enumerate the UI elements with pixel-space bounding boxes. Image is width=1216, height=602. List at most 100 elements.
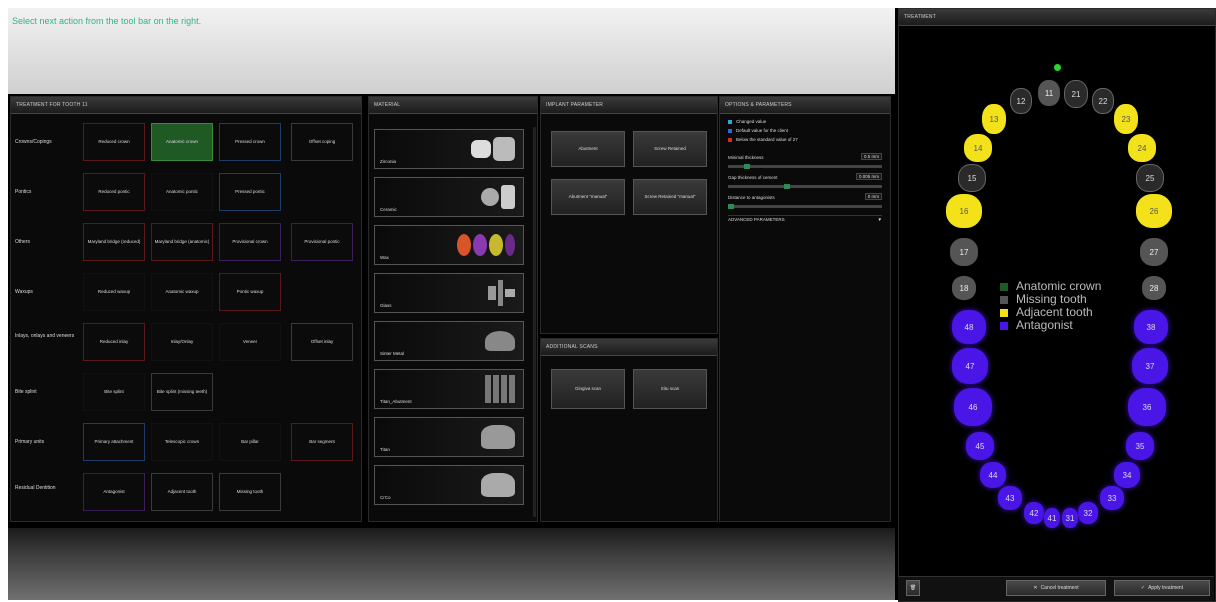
param-distance-value[interactable]: 0 mm: [864, 193, 882, 200]
material-scrollbar[interactable]: [533, 127, 536, 517]
tooth-32[interactable]: 32: [1078, 502, 1098, 524]
anatomic-pontic-button[interactable]: Anatomic pontic: [151, 173, 213, 211]
tooth-13[interactable]: 13: [982, 104, 1006, 134]
param-min-thickness-value[interactable]: 0.5 mm: [860, 153, 882, 160]
primary-attachment-button[interactable]: Primary attachment: [83, 423, 145, 461]
bar-pillar-button[interactable]: Bar pillar: [219, 423, 281, 461]
tooth-38[interactable]: 38: [1134, 310, 1168, 344]
legend-default: Default value for the client: [728, 128, 788, 133]
inlay-onlay-button[interactable]: Inlay/Onlay: [151, 323, 213, 361]
missing-tooth-button[interactable]: Missing tooth: [219, 473, 281, 511]
tooth-46[interactable]: 46: [954, 388, 992, 426]
row-label: Crowns/Copings: [15, 139, 52, 145]
tooth-17[interactable]: 17: [950, 238, 978, 266]
apply-treatment-button[interactable]: ✓ Apply treatment: [1114, 580, 1210, 596]
tooth-25[interactable]: 25: [1136, 164, 1164, 192]
ceramic-icon: [481, 182, 515, 212]
param-gap-value[interactable]: 0.005 mm: [855, 173, 882, 180]
tooth-15[interactable]: 15: [958, 164, 986, 192]
maryland-reduced-button[interactable]: Maryland bridge (reduced): [83, 223, 145, 261]
tooth-22[interactable]: 22: [1092, 88, 1114, 114]
adjacent-tooth-button[interactable]: Adjacent tooth: [151, 473, 213, 511]
material-label: Titan: [380, 447, 390, 452]
tooth-21[interactable]: 21: [1064, 80, 1088, 108]
provisional-pontic-button[interactable]: Provisional pontic: [291, 223, 353, 261]
pressed-pontic-button[interactable]: Pressed pontic: [219, 173, 281, 211]
tooth-24[interactable]: 24: [1128, 134, 1156, 162]
pressed-crown-button[interactable]: Pressed crown: [219, 123, 281, 161]
tooth-18[interactable]: 18: [952, 276, 976, 300]
screw-retained-button[interactable]: Screw Retained: [633, 131, 707, 167]
material-titan[interactable]: Titan: [374, 417, 524, 457]
tooth-34[interactable]: 34: [1114, 462, 1140, 488]
titan-abutment-icon: [485, 374, 515, 404]
tooth-31[interactable]: 31: [1062, 508, 1078, 528]
bar-segment-button[interactable]: Bar segment: [291, 423, 353, 461]
material-label: Zirconia: [380, 159, 397, 164]
row-label: Residual Dentition: [15, 485, 56, 491]
maryland-anatomic-button[interactable]: Maryland bridge (anatomic): [151, 223, 213, 261]
tooth-12[interactable]: 12: [1010, 88, 1032, 114]
material-glass[interactable]: Glass: [374, 273, 524, 313]
cancel-treatment-button[interactable]: ✕ Cancel treatment: [1006, 580, 1106, 596]
tooth-chart-title: TREATMENT: [899, 9, 1215, 26]
tooth-27[interactable]: 27: [1140, 238, 1168, 266]
sinter-metal-icon: [485, 326, 515, 356]
gap-slider[interactable]: [728, 184, 882, 189]
reduced-pontic-button[interactable]: Reduced pontic: [83, 173, 145, 211]
distance-slider[interactable]: [728, 204, 882, 209]
situ-scan-button[interactable]: Situ scan: [633, 369, 707, 409]
material-label: CrCo: [380, 495, 391, 500]
material-ceramic[interactable]: Ceramic: [374, 177, 524, 217]
tooth-41[interactable]: 41: [1044, 508, 1060, 528]
material-wax[interactable]: Wax: [374, 225, 524, 265]
offset-inlay-button[interactable]: Offset inlay: [291, 323, 353, 361]
anatomic-waxup-button[interactable]: Anatomic waxup: [151, 273, 213, 311]
tooth-47[interactable]: 47: [952, 348, 988, 384]
pontic-waxup-button[interactable]: Pontic waxup: [219, 273, 281, 311]
tooth-45[interactable]: 45: [966, 432, 994, 460]
tooth-35[interactable]: 35: [1126, 432, 1154, 460]
material-crco[interactable]: CrCo: [374, 465, 524, 505]
trash-icon[interactable]: 🗑: [906, 580, 920, 596]
material-label: Glass: [380, 303, 392, 308]
screw-retained-manual-button[interactable]: Screw Retained "manual": [633, 179, 707, 215]
reduced-crown-button[interactable]: Reduced crown: [83, 123, 145, 161]
provisional-crown-button[interactable]: Provisional crown: [219, 223, 281, 261]
antagonist-button[interactable]: Antagonist: [83, 473, 145, 511]
tooth-42[interactable]: 42: [1024, 502, 1044, 524]
tooth-28[interactable]: 28: [1142, 276, 1166, 300]
tooth-44[interactable]: 44: [980, 462, 1006, 488]
tooth-36[interactable]: 36: [1128, 388, 1166, 426]
min-thickness-slider[interactable]: [728, 164, 882, 169]
material-zirconia[interactable]: Zirconia: [374, 129, 524, 169]
instruction-text: Select next action from the tool bar on …: [12, 16, 202, 26]
bite-splint-button[interactable]: Bite splint: [83, 373, 145, 411]
abutment-manual-button[interactable]: Abutment "manual": [551, 179, 625, 215]
app-window: Select next action from the tool bar on …: [8, 8, 1216, 602]
tooth-16[interactable]: 16: [946, 194, 982, 228]
tooth-48[interactable]: 48: [952, 310, 986, 344]
advanced-parameters-dropdown[interactable]: ADVANCED PARAMETERS ▼: [728, 215, 882, 224]
bite-splint-missing-button[interactable]: Bite splint (missing teeth): [151, 373, 213, 411]
material-sinter-metal[interactable]: Sinter Metal: [374, 321, 524, 361]
row-label: Bite splint: [15, 389, 37, 395]
tooth-23[interactable]: 23: [1114, 104, 1138, 134]
tooth-11[interactable]: 11: [1038, 80, 1060, 106]
telescopic-crown-button[interactable]: Telescopic crown: [151, 423, 213, 461]
tooth-37[interactable]: 37: [1132, 348, 1168, 384]
veneer-button[interactable]: Veneer: [219, 323, 281, 361]
reduced-waxup-button[interactable]: Reduced waxup: [83, 273, 145, 311]
tooth-26[interactable]: 26: [1136, 194, 1172, 228]
tooth-33[interactable]: 33: [1100, 486, 1124, 510]
tooth-14[interactable]: 14: [964, 134, 992, 162]
gingiva-scan-button[interactable]: Gingiva scan: [551, 369, 625, 409]
tooth-43[interactable]: 43: [998, 486, 1022, 510]
abutment-button[interactable]: Abutment: [551, 131, 625, 167]
reduced-inlay-button[interactable]: Reduced inlay: [83, 323, 145, 361]
material-label: Titan_Abutment: [380, 399, 412, 404]
anatomic-crown-button[interactable]: Anatomic crown: [151, 123, 213, 161]
offset-coping-button[interactable]: Offset coping: [291, 123, 353, 161]
material-titan-abutment[interactable]: Titan_Abutment: [374, 369, 524, 409]
selection-indicator-icon: [1054, 64, 1061, 71]
